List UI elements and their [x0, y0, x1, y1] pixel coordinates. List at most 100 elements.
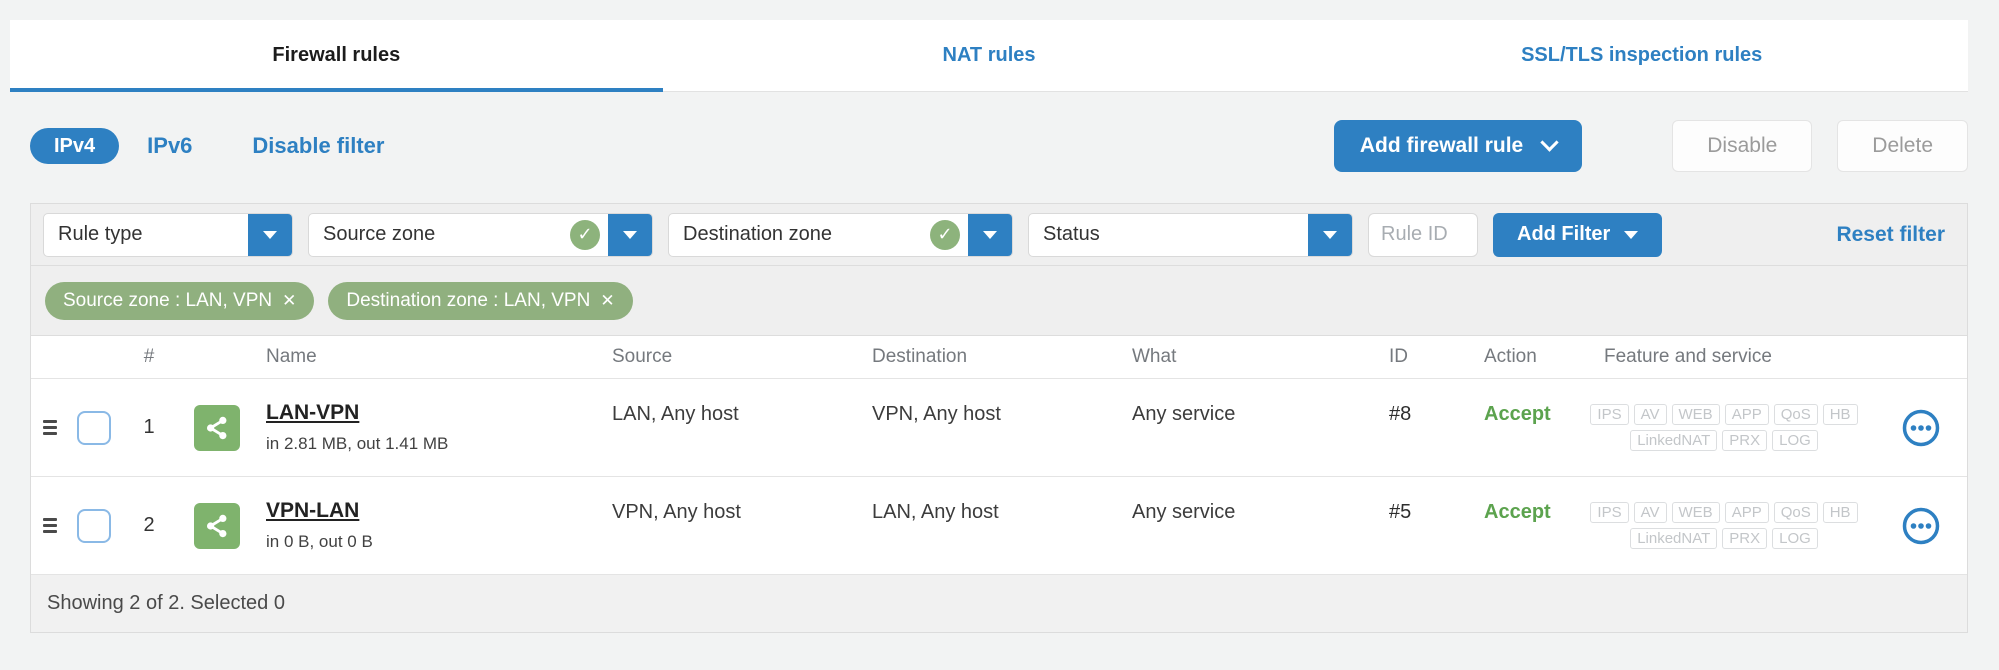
badge-web: WEB	[1671, 404, 1720, 425]
dropdown-arrow-icon[interactable]	[248, 213, 292, 256]
firewall-rules-panel: Rule type Source zone ✓ Destination zone…	[30, 203, 1968, 633]
action-cell: Accept	[1484, 501, 1551, 523]
rules-tab-bar: Firewall rules NAT rules SSL/TLS inspect…	[10, 20, 1968, 92]
delete-button[interactable]: Delete	[1837, 120, 1968, 172]
add-filter-label: Add Filter	[1517, 223, 1611, 245]
filter-chip-label: Destination zone : LAN, VPN	[346, 289, 591, 311]
drag-handle-cell	[31, 477, 69, 574]
filter-chip-label: Source zone : LAN, VPN	[63, 289, 273, 311]
destination-zone-dropdown[interactable]: Destination zone ✓	[668, 212, 1013, 257]
what-cell: Any service	[1132, 403, 1236, 425]
table-row: 1 LAN-VPN in 2.81 MB, out 1.41 MB LAN, A…	[31, 379, 1967, 477]
badge-linkednat: LinkedNAT	[1630, 528, 1718, 549]
network-share-icon[interactable]	[193, 404, 240, 451]
badge-prx: PRX	[1722, 430, 1768, 451]
feature-and-service-cell: IPS AV WEB APP QoS HB LinkedNAT PRX LOG	[1574, 477, 1874, 574]
header-what: What	[1132, 346, 1177, 367]
active-filters-row: Source zone : LAN, VPN ✕ Destination zon…	[31, 266, 1967, 336]
ipv6-toggle[interactable]: IPv6	[147, 133, 192, 159]
source-zone-label: Source zone	[323, 223, 436, 245]
row-number: 2	[143, 514, 155, 536]
rule-type-dropdown[interactable]: Rule type	[43, 212, 293, 257]
destination-cell: VPN, Any host	[872, 403, 1001, 425]
dropdown-arrow-icon[interactable]	[608, 213, 652, 256]
rule-name-cell: VPN-LAN in 0 B, out 0 B	[254, 477, 604, 574]
disable-filter-link[interactable]: Disable filter	[252, 133, 384, 159]
network-share-icon[interactable]	[193, 502, 240, 549]
badge-ips: IPS	[1590, 404, 1629, 425]
badge-app: APP	[1724, 502, 1769, 523]
badge-hb: HB	[1822, 502, 1858, 523]
rule-name-link[interactable]: LAN-VPN	[266, 401, 359, 425]
row-checkbox[interactable]	[77, 508, 111, 543]
rule-id-cell: #8	[1389, 403, 1412, 425]
badge-log: LOG	[1772, 528, 1818, 549]
tab-ssl-tls-inspection-rules[interactable]: SSL/TLS inspection rules	[1315, 20, 1968, 91]
dropdown-arrow-icon[interactable]	[968, 213, 1012, 256]
header-source: Source	[612, 346, 673, 367]
checkbox-cell	[69, 477, 119, 574]
chevron-down-icon	[1540, 133, 1559, 152]
dropdown-arrow-icon	[1624, 230, 1639, 239]
close-icon[interactable]: ✕	[600, 291, 614, 311]
badge-hb: HB	[1822, 404, 1858, 425]
row-count-summary: Showing 2 of 2. Selected 0	[47, 592, 285, 614]
rule-name-link[interactable]: VPN-LAN	[266, 499, 359, 523]
reset-filter-link[interactable]: Reset filter	[1836, 223, 1945, 247]
drag-handle-icon[interactable]	[43, 420, 57, 435]
checkbox-cell	[69, 379, 119, 476]
add-firewall-rule-label: Add firewall rule	[1359, 134, 1524, 157]
table-row: 2 VPN-LAN in 0 B, out 0 B VPN, Any host …	[31, 477, 1967, 575]
tab-firewall-rules[interactable]: Firewall rules	[10, 20, 663, 92]
rule-icon-cell	[179, 379, 254, 476]
add-filter-button[interactable]: Add Filter	[1493, 212, 1663, 257]
close-icon[interactable]: ✕	[282, 291, 296, 311]
rule-icon-cell	[179, 477, 254, 574]
destination-cell: LAN, Any host	[872, 501, 999, 523]
badge-web: WEB	[1671, 502, 1720, 523]
badge-prx: PRX	[1722, 528, 1768, 549]
status-label: Status	[1043, 223, 1100, 245]
rule-traffic: in 0 B, out 0 B	[266, 532, 373, 551]
source-cell: LAN, Any host	[612, 403, 739, 425]
row-menu-cell	[1874, 477, 1967, 574]
ellipsis-menu-icon[interactable]	[1901, 506, 1941, 546]
status-dropdown[interactable]: Status	[1028, 212, 1353, 257]
disable-button[interactable]: Disable	[1672, 120, 1813, 172]
rule-id-input[interactable]	[1368, 212, 1478, 257]
ellipsis-menu-icon[interactable]	[1901, 408, 1941, 448]
destination-zone-label: Destination zone	[683, 223, 832, 245]
badge-ips: IPS	[1590, 502, 1629, 523]
badge-av: AV	[1633, 404, 1667, 425]
row-checkbox[interactable]	[77, 410, 111, 445]
badge-qos: QoS	[1773, 502, 1818, 523]
drag-handle-cell	[31, 379, 69, 476]
header-name: Name	[266, 346, 317, 367]
badge-av: AV	[1633, 502, 1667, 523]
source-cell: VPN, Any host	[612, 501, 741, 523]
table-footer: Showing 2 of 2. Selected 0	[31, 575, 1967, 632]
what-cell: Any service	[1132, 501, 1236, 523]
header-action: Action	[1484, 346, 1537, 367]
header-feature-and-service: Feature and service	[1604, 346, 1772, 367]
source-zone-dropdown[interactable]: Source zone ✓	[308, 212, 653, 257]
tab-nat-rules[interactable]: NAT rules	[663, 20, 1316, 91]
filter-chip-source-zone[interactable]: Source zone : LAN, VPN ✕	[45, 281, 315, 320]
header-number: #	[143, 346, 155, 367]
filter-bar: Rule type Source zone ✓ Destination zone…	[31, 204, 1967, 266]
badge-linkednat: LinkedNAT	[1630, 430, 1718, 451]
badge-log: LOG	[1772, 430, 1818, 451]
badge-qos: QoS	[1773, 404, 1818, 425]
row-menu-cell	[1874, 379, 1967, 476]
drag-handle-icon[interactable]	[43, 518, 57, 533]
add-firewall-rule-button[interactable]: Add firewall rule	[1333, 120, 1583, 172]
filter-applied-check-icon: ✓	[930, 219, 960, 250]
action-cell: Accept	[1484, 403, 1551, 425]
rule-id-cell: #5	[1389, 501, 1412, 523]
ipv4-toggle[interactable]: IPv4	[30, 128, 120, 164]
filter-applied-check-icon: ✓	[570, 219, 600, 250]
dropdown-arrow-icon[interactable]	[1308, 213, 1352, 256]
header-destination: Destination	[872, 346, 968, 367]
feature-and-service-cell: IPS AV WEB APP QoS HB LinkedNAT PRX LOG	[1574, 379, 1874, 476]
filter-chip-destination-zone[interactable]: Destination zone : LAN, VPN ✕	[328, 281, 633, 320]
